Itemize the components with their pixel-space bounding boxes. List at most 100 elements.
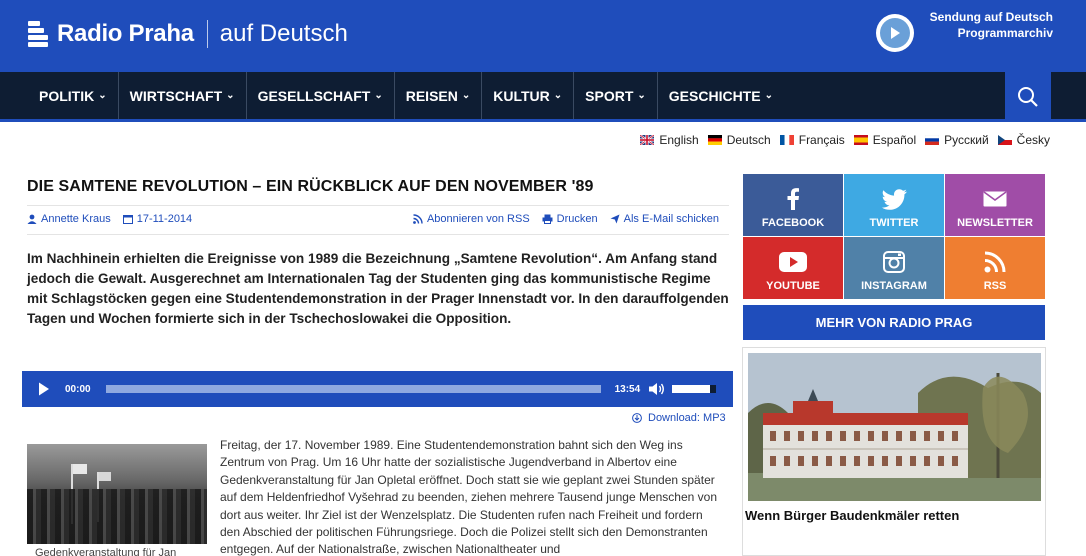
teaser-title[interactable]: Wenn Bürger Baudenkmäler retten [745,508,959,523]
photo-detail [99,472,111,481]
lang-english[interactable]: English [640,133,699,147]
search-icon [1018,87,1038,107]
nav-label: WIRTSCHAFT [129,87,223,104]
volume-icon [649,383,665,395]
envelope-icon [983,187,1007,211]
lang-label: Deutsch [726,133,771,147]
nav-label: GESCHICHTE [668,87,761,104]
download-icon [632,413,642,423]
french-flag-icon [779,135,794,145]
rss-label: Abonnieren von RSS [426,213,530,225]
article-photo[interactable] [27,444,207,544]
divider [27,205,729,206]
player-current-time: 00:00 [65,383,91,395]
site-header: Radio Praha auf Deutsch Sendung auf Deut… [0,0,1086,72]
email-link[interactable]: Als E-Mail schicken [610,213,719,225]
social-label: INSTAGRAM [861,280,927,292]
social-rss[interactable]: RSS [945,237,1045,299]
date-text: 17-11-2014 [136,213,193,225]
social-twitter[interactable]: TWITTER [844,174,944,236]
logo-subtitle: auf Deutsch [219,20,348,47]
article-title: DIE SAMTENE REVOLUTION – EIN RÜCKBLICK A… [27,178,594,195]
lang-label: Français [798,133,845,147]
chevron-down-icon: ⌄ [461,90,471,101]
play-icon [39,382,49,396]
nav-item-geschichte[interactable]: GESCHICHTE ⌄ [658,72,784,119]
facebook-icon [786,187,800,211]
teaser-image[interactable] [748,353,1041,501]
audio-player: 00:00 13:54 [22,371,733,407]
language-switcher: English Deutsch Français Español Русский… [631,133,1050,147]
author[interactable]: Annette Kraus [27,213,111,225]
nav-label: KULTUR [493,87,550,104]
photo-detail [73,464,87,474]
header-links: Sendung auf Deutsch Programmarchiv [930,9,1053,41]
lang-cesky[interactable]: Česky [997,133,1050,147]
logo-name: Radio Praha [57,20,194,47]
email-label: Als E-Mail schicken [623,213,719,225]
czech-flag-icon [997,135,1012,145]
lang-espanol[interactable]: Español [853,133,917,147]
lang-francais[interactable]: Français [779,133,845,147]
rss-subscribe-link[interactable]: Abonnieren von RSS [413,213,530,225]
chevron-down-icon: ⌄ [764,90,773,101]
nav-item-reisen[interactable]: REISEN ⌄ [395,72,483,119]
more-from-radio-prag-button[interactable]: MEHR VON RADIO PRAG [743,305,1045,340]
teaser-card[interactable]: Wenn Bürger Baudenkmäler retten [742,347,1046,556]
lang-label: Česky [1016,133,1050,147]
calendar-icon [122,215,133,224]
nav-item-wirtschaft[interactable]: WIRTSCHAFT ⌄ [119,72,247,119]
social-youtube[interactable]: YOUTUBE [743,237,843,299]
social-facebook[interactable]: FACEBOOK [743,174,843,236]
nav-label: SPORT [585,87,634,104]
nav-label: GESELLSCHAFT [257,87,371,104]
article-body: Freitag, der 17. November 1989. Eine Stu… [220,438,717,556]
social-newsletter[interactable]: NEWSLETTER [945,174,1045,236]
nav-item-politik[interactable]: POLITIK ⌄ [28,72,119,119]
photo-detail [27,489,207,544]
site-logo[interactable]: Radio Praha auf Deutsch [28,20,348,48]
author-name: Annette Kraus [41,213,111,225]
player-progress-bar[interactable] [105,385,601,393]
link-programmarchiv[interactable]: Programmarchiv [930,25,1053,41]
live-play-button[interactable] [876,14,914,52]
download-mp3-link[interactable]: Download: MP3 [632,412,726,424]
lang-deutsch[interactable]: Deutsch [707,133,771,147]
download-label: Download: MP3 [648,412,726,424]
spanish-flag-icon [853,135,868,145]
social-instagram[interactable]: INSTAGRAM [844,237,944,299]
play-icon [880,18,910,48]
nav-item-gesellschaft[interactable]: GESELLSCHAFT ⌄ [247,72,395,119]
user-icon [27,214,37,224]
player-volume-slider[interactable] [672,385,717,393]
player-mute-button[interactable] [649,382,665,396]
article-meta: Annette Kraus 17-11-2014 Abonnieren von … [27,213,729,225]
player-play-button[interactable] [38,381,52,397]
youtube-icon [779,250,807,274]
social-label: FACEBOOK [761,217,825,229]
divider [27,234,729,235]
chevron-down-icon: ⌄ [374,90,383,101]
social-links: FACEBOOK TWITTER NEWSLETTER YOUTUBE INST… [743,174,1045,299]
photo-caption: Gedenkveranstaltung für Jan [35,547,177,556]
player-duration: 13:54 [614,383,641,395]
search-button[interactable] [1005,72,1051,122]
german-flag-icon [707,135,722,145]
chevron-down-icon: ⌄ [637,90,646,101]
print-link[interactable]: Drucken [542,213,598,225]
nav-item-kultur[interactable]: KULTUR ⌄ [482,72,575,119]
link-sendung[interactable]: Sendung auf Deutsch [930,9,1053,25]
lang-label: Русский [944,133,989,147]
lang-russian[interactable]: Русский [925,133,989,147]
lang-label: Español [872,133,917,147]
nav-item-sport[interactable]: SPORT ⌄ [574,72,658,119]
radio-praha-logo-icon [28,21,48,47]
print-label: Drucken [556,213,598,225]
nav-label: POLITIK [39,87,95,104]
instagram-icon [883,250,905,274]
send-icon [610,214,620,224]
russian-flag-icon [925,135,940,145]
main-navigation: POLITIK ⌄ WIRTSCHAFT ⌄ GESELLSCHAFT ⌄ REISE… [0,72,1086,122]
building-illustration [748,353,1041,501]
publish-date: 17-11-2014 [122,213,193,225]
